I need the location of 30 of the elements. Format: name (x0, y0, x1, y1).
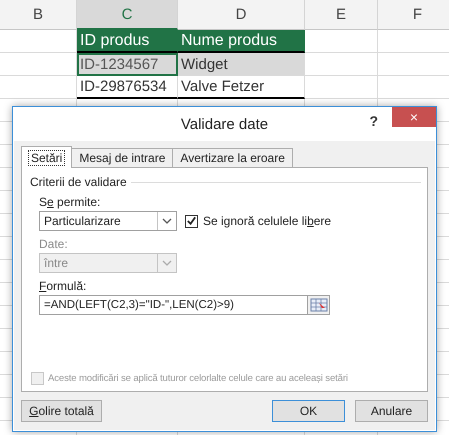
column-header[interactable]: B (0, 0, 77, 30)
tab[interactable]: Avertizare la eroare (172, 148, 293, 167)
help-button[interactable]: ? (365, 111, 382, 131)
table-cell: Widget (178, 53, 305, 76)
group-title: Criterii de validare (30, 175, 127, 189)
column-header[interactable]: E (305, 0, 378, 30)
field-label: Date: (39, 237, 69, 251)
formula-field[interactable]: =AND(LEFT(C2,3)="ID-",LEN(C2)>9) (39, 295, 307, 315)
column-header[interactable]: F (378, 0, 449, 30)
dialog-button[interactable]: OK (272, 400, 345, 422)
close-button[interactable]: × (392, 107, 436, 127)
column-header[interactable]: D (178, 0, 305, 30)
checkbox-label: Aceste modificări se aplică tuturor celorlalte celule care au aceleași setări (48, 373, 348, 384)
table-cell: ID-1234567 (77, 53, 178, 76)
checkbox[interactable] (185, 214, 198, 228)
column-header[interactable]: C (77, 0, 178, 30)
dropdown[interactable]: Particularizare (39, 211, 177, 231)
table-header-cell: ID produs (77, 30, 178, 53)
checkbox-label: Se ignoră celulele libere (203, 214, 332, 228)
table-cell: ID-29876534 (77, 76, 178, 99)
dialog-button[interactable]: Anulare (355, 400, 428, 422)
tab[interactable]: Mesaj de intrare (71, 148, 174, 167)
dialog-title: Validare date (180, 116, 268, 132)
range-picker-button[interactable] (307, 295, 330, 315)
field-label: Formulă: (39, 279, 88, 293)
tab[interactable]: Setări (21, 146, 72, 168)
field-label: Se permite: (39, 195, 102, 209)
table-header-cell: Nume produs (178, 30, 305, 53)
dialog-button[interactable]: Golire totală (21, 400, 102, 422)
table-cell: Valve Fetzer (178, 76, 305, 99)
